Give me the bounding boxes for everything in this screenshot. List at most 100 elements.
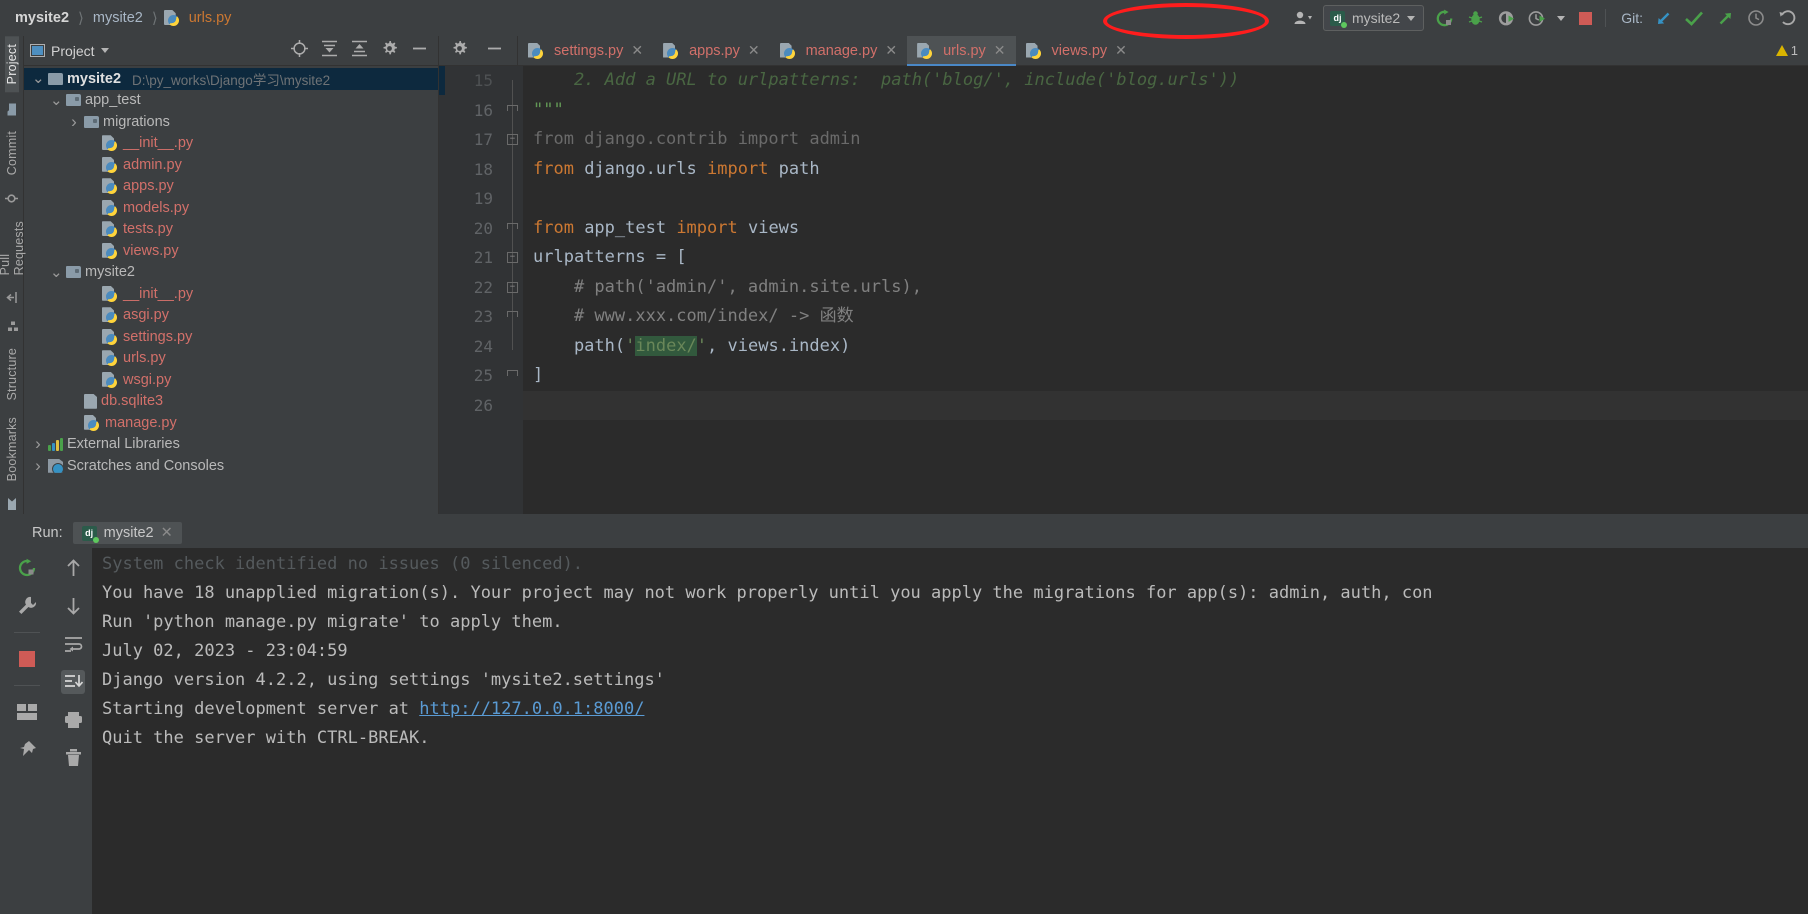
tree-node[interactable]: views.py [24,240,438,262]
chevron-right-icon[interactable]: › [32,456,44,476]
code-line[interactable]: from django.urls import path [523,155,1808,185]
tree-node[interactable]: ⌄ mysite2 [24,262,438,284]
layout-icon[interactable] [15,700,39,724]
rerun-icon[interactable] [15,556,39,580]
editor-tab[interactable]: manage.py ✕ [770,36,907,65]
close-icon[interactable]: ✕ [994,42,1006,59]
tree-node[interactable]: manage.py [24,412,438,434]
rerun-icon[interactable] [1433,6,1455,30]
sidebar-item-bookmarks[interactable]: Bookmarks [5,409,19,489]
minimize-icon[interactable] [411,40,428,62]
wrench-icon[interactable] [15,594,39,618]
code-editor[interactable]: 15 16 17 18 19 20 21 22 23 24 25 26 − − − 2. Add a UR… [439,66,1808,514]
tree-node[interactable]: ⌄ app_test [24,90,438,112]
code-line[interactable]: urlpatterns = [ [523,243,1808,273]
sidebar-item-commit[interactable]: Commit [5,123,19,183]
chevron-right-icon[interactable]: › [68,112,80,132]
profiler-icon[interactable] [1526,6,1548,30]
locate-icon[interactable] [291,39,308,62]
expand-all-icon[interactable] [321,40,338,62]
scroll-down-icon[interactable] [61,594,85,618]
minimize-icon[interactable] [486,40,503,62]
chevron-down-icon[interactable] [100,48,109,53]
code-line[interactable]: 2. Add a URL to urlpatterns: path('blog/… [523,66,1808,96]
code-line[interactable]: ] [523,361,1808,391]
close-icon[interactable]: ✕ [748,42,760,59]
breadcrumb-item-module[interactable]: mysite2 [90,10,146,26]
code-line[interactable]: from django.contrib import admin [523,125,1808,155]
stop-icon[interactable] [15,647,39,671]
console-link[interactable]: http://127.0.0.1:8000/ [419,699,644,719]
tree-node[interactable]: asgi.py [24,305,438,327]
update-project-icon[interactable] [1652,6,1674,30]
sidebar-item-structure[interactable]: Structure [5,340,19,409]
chevron-down-icon[interactable]: ⌄ [50,265,63,280]
code-content[interactable]: 2. Add a URL to urlpatterns: path('blog/… [523,66,1808,514]
code-line[interactable]: path('index/', views.index) [523,332,1808,362]
run-with-coverage-icon[interactable] [1495,6,1517,30]
sidebar-item-project[interactable]: Project [4,36,19,93]
code-line[interactable]: # path('admin/', admin.site.urls), [523,273,1808,303]
sidebar-item-pull-requests[interactable]: Pull Requests [0,213,26,283]
scroll-to-end-icon[interactable] [61,670,85,694]
code-line[interactable] [523,390,1808,420]
tree-node[interactable]: __init__.py [24,283,438,305]
tree-node[interactable]: › migrations [24,111,438,133]
tree-node[interactable]: urls.py [24,348,438,370]
tree-node[interactable]: ⌄ mysite2 D:\py_works\Django学习\mysite2 [24,68,438,90]
pin-icon[interactable] [15,738,39,762]
tree-node[interactable]: › External Libraries [24,434,438,456]
run-console-output[interactable]: System check identified no issues (0 sil… [92,548,1808,914]
tree-node[interactable]: wsgi.py [24,369,438,391]
scroll-up-icon[interactable] [61,556,85,580]
rollback-icon[interactable] [1776,6,1798,30]
breadcrumb-item-project[interactable]: mysite2 [12,10,72,26]
fold-end-icon[interactable] [507,104,518,111]
history-icon[interactable] [1745,6,1767,30]
soft-wrap-icon[interactable] [61,632,85,656]
code-line[interactable]: from app_test import views [523,214,1808,244]
editor-tab[interactable]: settings.py ✕ [518,36,653,65]
tree-node[interactable]: apps.py [24,176,438,198]
bug-icon[interactable] [1464,6,1486,30]
gear-icon[interactable] [381,40,398,62]
gear-icon[interactable] [451,40,468,62]
fold-collapse-icon[interactable]: − [507,252,518,263]
run-tab[interactable]: dj mysite2 ✕ [72,522,182,544]
tree-node[interactable]: models.py [24,197,438,219]
code-line[interactable]: # www.xxx.com/index/ -> 函数 [523,302,1808,332]
trash-icon[interactable] [61,746,85,770]
tree-node[interactable]: settings.py [24,326,438,348]
commit-icon[interactable] [1683,6,1705,30]
chevron-down-icon[interactable]: ⌄ [32,71,45,86]
close-icon[interactable]: ✕ [1115,42,1127,59]
code-folding-gutter[interactable]: − − − [501,66,523,514]
editor-tab[interactable]: views.py ✕ [1016,36,1137,65]
editor-tab[interactable]: urls.py ✕ [907,36,1016,66]
chevron-down-icon[interactable]: ⌄ [50,93,63,108]
chevron-down-icon[interactable] [1557,15,1566,21]
editor-tab[interactable]: apps.py ✕ [653,36,770,65]
close-icon[interactable]: ✕ [631,42,643,59]
code-line[interactable]: """ [523,96,1808,126]
close-icon[interactable]: ✕ [885,42,897,59]
tree-node[interactable]: › Scratches and Consoles [24,455,438,477]
fold-collapse-icon[interactable]: − [507,281,518,293]
tree-node[interactable]: db.sqlite3 [24,391,438,413]
fold-end-icon[interactable] [507,222,518,229]
fold-end-icon[interactable] [507,370,518,376]
tree-node[interactable]: admin.py [24,154,438,176]
close-icon[interactable]: ✕ [161,525,173,541]
project-tree[interactable]: ⌄ mysite2 D:\py_works\Django学习\mysite2 ⌄ app… [24,66,438,514]
collapse-all-icon[interactable] [351,40,368,62]
tree-node[interactable]: __init__.py [24,133,438,155]
inspection-warning-badge[interactable]: 1 [1775,36,1808,65]
fold-collapse-icon[interactable]: − [507,134,518,145]
breadcrumb-item-file[interactable]: urls.py [186,10,235,26]
user-icon[interactable] [1292,6,1314,30]
chevron-right-icon[interactable]: › [32,434,44,454]
push-icon[interactable] [1714,6,1736,30]
code-line[interactable] [523,184,1808,214]
stop-icon[interactable] [1574,6,1596,30]
tree-node[interactable]: tests.py [24,219,438,241]
